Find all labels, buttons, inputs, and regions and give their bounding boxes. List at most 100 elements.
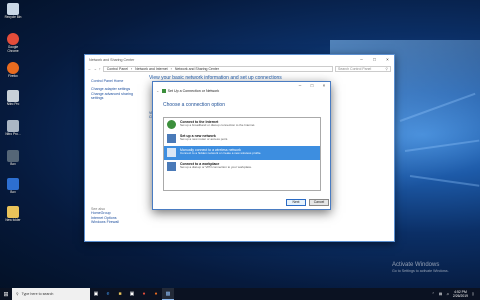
search-placeholder: Search Control Panel: [338, 66, 372, 71]
option-new-network[interactable]: Set up a new network Set up a new router…: [164, 132, 320, 146]
setup-connection-dialog: – □ × ← Set Up a Connection or Network C…: [152, 81, 331, 210]
box-icon: [7, 178, 19, 190]
desktop-icon-nitro-2[interactable]: Nitro Pro...: [2, 120, 24, 137]
network-icon: [161, 89, 166, 93]
control-panel-home-link[interactable]: Control Panel Home: [91, 79, 146, 83]
dialog-title: Set Up a Connection or Network: [167, 89, 220, 93]
task-view-button[interactable]: ▣: [90, 288, 102, 300]
minimize-button[interactable]: –: [294, 82, 306, 90]
option-workplace[interactable]: Connect to a workplace Set up a dial-up …: [164, 160, 320, 174]
window-titlebar[interactable]: Network and Sharing Center – □ ×: [85, 55, 394, 64]
maximize-button[interactable]: □: [306, 82, 318, 90]
search-input[interactable]: Search Control Panel ⚲: [335, 65, 391, 72]
left-pane: Control Panel Home Change adapter settin…: [91, 79, 146, 224]
search-icon: ⚲: [16, 292, 19, 296]
network-icon[interactable]: ▤: [439, 292, 442, 296]
desktop-icon-new-folder[interactable]: New folder: [2, 206, 24, 223]
search-icon: ⚲: [385, 66, 388, 71]
firefox-icon: ●: [154, 291, 158, 297]
see-also-section: See also HomeGroup Internet Options Wind…: [91, 207, 119, 225]
taskbar-app-firefox[interactable]: ●: [150, 288, 162, 300]
taskbar-app-edge[interactable]: e: [102, 288, 114, 300]
notifications-icon[interactable]: ▯: [472, 292, 474, 296]
taskbar-app-store[interactable]: ▣: [126, 288, 138, 300]
back-icon[interactable]: ←: [88, 67, 92, 71]
desktop-icon-box-drive[interactable]: Box: [2, 178, 24, 195]
control-panel-icon: ▩: [165, 290, 171, 297]
desktop-icon-label: Box: [10, 190, 16, 194]
taskbar-search-placeholder: Type here to search: [21, 292, 54, 296]
address-bar-row: ← → ↑ Control Panel › Network and Interne…: [85, 64, 394, 73]
forward-icon[interactable]: →: [94, 67, 98, 71]
start-button[interactable]: ⊞: [0, 288, 12, 300]
router-icon: [167, 134, 176, 143]
chevron-up-icon[interactable]: ⌃: [432, 292, 435, 296]
dialog-heading: Choose a connection option: [163, 102, 225, 108]
up-icon[interactable]: ↑: [99, 67, 101, 71]
option-desc: Set up a new router or access point.: [180, 137, 229, 142]
desktop-icon-chrome[interactable]: Google Chrome: [2, 33, 24, 53]
desktop-icon-label: Firefox: [8, 74, 18, 78]
activation-watermark-text: Go to Settings to activate Windows.: [392, 269, 449, 273]
breadcrumb-item[interactable]: Network and Sharing Center: [175, 67, 219, 71]
maximize-button[interactable]: □: [368, 55, 381, 64]
activation-watermark-title: Activate Windows: [392, 262, 440, 268]
cancel-button[interactable]: Cancel: [309, 199, 329, 206]
taskbar-app-chrome[interactable]: ●: [138, 288, 150, 300]
option-manual-wireless[interactable]: Manually connect to a wireless network C…: [164, 146, 320, 160]
windows-firewall-link[interactable]: Windows Firewall: [91, 220, 119, 224]
close-button[interactable]: ×: [381, 55, 394, 64]
option-desc: Connect to a hidden network or create a …: [180, 151, 262, 156]
windows-logo-icon: ⊞: [3, 291, 9, 298]
workplace-icon: [167, 162, 176, 171]
app-icon: [7, 150, 19, 162]
taskbar-app-explorer[interactable]: ■: [114, 288, 126, 300]
change-advanced-sharing-link[interactable]: Change advanced sharing settings: [91, 92, 146, 101]
chrome-icon: ●: [142, 291, 146, 297]
wireless-icon: [167, 148, 176, 157]
system-tray: ⌃ ▤ ♫ 4:52 PM 2/26/2019 ▯: [432, 290, 480, 298]
folder-icon: ■: [118, 291, 122, 297]
firefox-icon: [7, 62, 19, 74]
desktop-icon-label: Nitro Pro...: [5, 132, 21, 136]
taskbar-search[interactable]: ⚲ Type here to search: [12, 288, 90, 300]
desktop-icon-label: New folder: [5, 218, 21, 222]
minimize-button[interactable]: –: [355, 55, 368, 64]
window-title: Network and Sharing Center: [89, 57, 135, 62]
address-bar[interactable]: Control Panel › Network and Internet › Net…: [102, 65, 333, 72]
globe-icon: [167, 120, 176, 129]
desktop-icon-label: Recycle Bin: [4, 15, 22, 19]
store-icon: ▣: [129, 291, 135, 297]
option-connect-internet[interactable]: Connect to the Internet Set up a broadba…: [164, 118, 320, 132]
next-button[interactable]: Next: [286, 199, 306, 206]
desktop-icon-nitro[interactable]: Nitro Pro: [2, 90, 24, 107]
taskbar-app-control-panel[interactable]: ▩: [162, 288, 174, 300]
desktop-icon-label: Nitro Pro: [6, 102, 20, 106]
option-desc: Set up a dial-up or VPN connection to yo…: [180, 165, 253, 170]
clock[interactable]: 4:52 PM 2/26/2019: [453, 290, 468, 298]
close-button[interactable]: ×: [318, 82, 330, 90]
clock-date: 2/26/2019: [452, 294, 469, 298]
breadcrumb-item[interactable]: Control Panel: [107, 67, 128, 71]
task-view-icon: ▣: [93, 291, 99, 297]
dialog-breadcrumb: ← Set Up a Connection or Network: [156, 89, 219, 93]
document-icon: [7, 90, 19, 102]
folder-icon: [7, 206, 19, 218]
taskbar: ⊞ ⚲ Type here to search ▣ e ■ ▣ ● ● ▩ ⌃ …: [0, 288, 480, 300]
breadcrumb-item[interactable]: Network and Internet: [135, 67, 168, 71]
breadcrumb-separator-icon: ›: [130, 66, 133, 71]
option-desc: Set up a broadband or dial-up connection…: [180, 123, 256, 128]
back-icon[interactable]: ←: [156, 89, 160, 93]
desktop-icon-box[interactable]: Box: [2, 150, 24, 167]
volume-icon[interactable]: ♫: [446, 292, 449, 296]
edge-icon: e: [106, 291, 110, 297]
desktop-icon-firefox[interactable]: Firefox: [2, 62, 24, 79]
document-icon: [7, 120, 19, 132]
chrome-icon: [7, 33, 19, 45]
connection-options-list: Connect to the Internet Set up a broadba…: [163, 117, 321, 191]
desktop-icon-recycle-bin[interactable]: Recycle Bin: [2, 3, 24, 20]
breadcrumb-separator-icon: ›: [170, 66, 172, 71]
recycle-bin-icon: [7, 3, 19, 15]
desktop-icon-label: Box: [10, 162, 16, 166]
desktop-icon-label: Google Chrome: [7, 45, 19, 53]
